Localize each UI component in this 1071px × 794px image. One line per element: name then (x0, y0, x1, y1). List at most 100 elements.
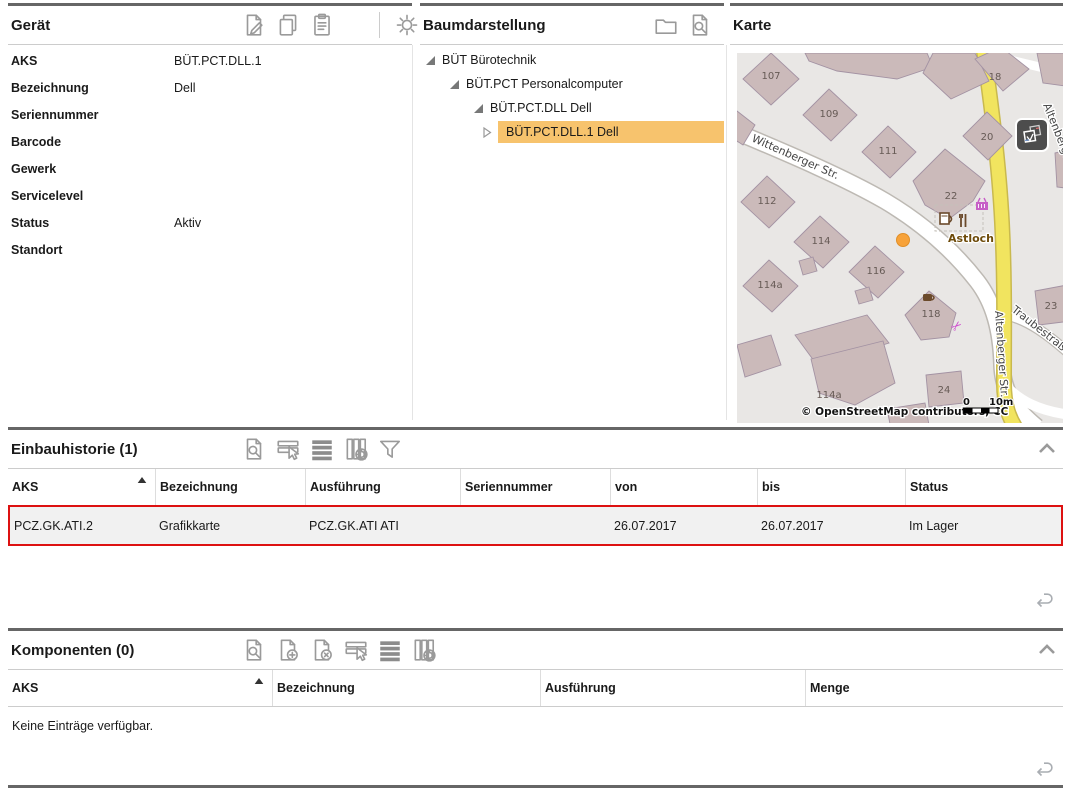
einbauhistorie-header: Einbauhistorie (1) (8, 430, 1063, 469)
map-canvas[interactable]: ✂ Wittenberger Str. Altenberger Str. Alt… (737, 53, 1063, 423)
rows-icon[interactable] (377, 637, 403, 663)
tree-expanded-icon[interactable] (472, 102, 485, 115)
field-label: Bezeichnung (8, 81, 174, 95)
copy-icon[interactable] (275, 12, 301, 38)
field-label: Barcode (8, 135, 174, 149)
device-tree: BÜT Bürotechnik BÜT.PCT Personalcomputer… (420, 45, 724, 144)
column-header-ausfuehrung[interactable]: Ausführung (305, 469, 460, 505)
column-header-aks[interactable]: AKS (8, 670, 272, 706)
geraet-header: Gerät (8, 6, 412, 45)
field-label: Gewerk (8, 162, 174, 176)
settings-gear-icon[interactable] (394, 12, 420, 38)
osm-map[interactable]: ✂ Wittenberger Str. Altenberger Str. Alt… (737, 53, 1063, 423)
sort-ascending-icon (254, 677, 264, 685)
document-add-icon[interactable] (275, 637, 301, 663)
building-number: 24 (938, 385, 951, 396)
karte-header: Karte (730, 6, 1063, 45)
baum-header: Baumdarstellung (420, 6, 724, 45)
field-label: Servicelevel (8, 189, 174, 203)
building-number: 116 (866, 266, 885, 277)
device-location-marker[interactable] (897, 234, 910, 247)
cell-von: 26.07.2017 (610, 519, 757, 533)
column-header-von[interactable]: von (610, 469, 757, 505)
tree-selected-highlight[interactable]: BÜT.PCT.DLL.1 Dell (498, 121, 724, 143)
cell-bezeichnung: Grafikkarte (155, 519, 305, 533)
field-row-aks: AKSBÜT.PCT.DLL.1 (8, 47, 412, 74)
column-header-status[interactable]: Status (905, 469, 1063, 505)
column-header-bis[interactable]: bis (757, 469, 905, 505)
sort-ascending-icon (137, 476, 147, 484)
karte-title: Karte (730, 17, 771, 34)
panel-divider (412, 45, 413, 420)
building-number: 20 (981, 132, 994, 143)
edit-document-icon[interactable] (241, 12, 267, 38)
cell-aks: PCZ.GK.ATI.2 (10, 519, 155, 533)
filter-icon[interactable] (377, 436, 403, 462)
column-header-menge[interactable]: Menge (805, 670, 1063, 706)
beer-mug-icon (940, 213, 952, 224)
komponenten-header: Komponenten (0) (8, 631, 1063, 670)
document-search-icon[interactable] (241, 436, 267, 462)
tree-node-dll1-dell-selected[interactable]: BÜT.PCT.DLL.1 Dell (420, 120, 724, 144)
return-arrow-icon[interactable] (1031, 588, 1057, 610)
column-header-aks[interactable]: AKS (8, 469, 155, 505)
collapse-chevron-icon[interactable] (1037, 642, 1057, 657)
tree-node-dll-dell[interactable]: BÜT.PCT.DLL Dell (420, 96, 724, 120)
document-remove-icon[interactable] (309, 637, 335, 663)
tree-node-buerotechnik[interactable]: BÜT Bürotechnik (420, 48, 724, 72)
einbauhistorie-section: Einbauhistorie (1) AKS Bezeichnung Ausfü… (8, 427, 1063, 622)
scale-start: 0 (963, 397, 970, 408)
document-search-icon[interactable] (241, 637, 267, 663)
building-number: 107 (761, 71, 780, 82)
column-header-bezeichnung[interactable]: Bezeichnung (155, 469, 305, 505)
tree-expanded-icon[interactable] (424, 54, 437, 67)
einbauhistorie-toolbar (241, 436, 403, 462)
baumdarstellung-panel: Baumdarstellung BÜT Bürotechnik BÜT.PCT … (420, 3, 724, 420)
field-label: Seriennummer (8, 108, 174, 122)
column-label: Ausführung (545, 681, 616, 695)
columns-settings-icon[interactable] (411, 637, 437, 663)
field-row-bezeichnung: BezeichnungDell (8, 74, 412, 101)
komponenten-title: Komponenten (0) (8, 642, 134, 659)
panel-divider (726, 45, 727, 420)
tree-node-personalcomputer[interactable]: BÜT.PCT Personalcomputer (420, 72, 724, 96)
layers-icon (1020, 123, 1044, 147)
building-number: 22 (945, 191, 958, 202)
tree-node-label: BÜT Bürotechnik (442, 53, 536, 67)
return-arrow-icon[interactable] (1031, 757, 1057, 779)
tree-node-label: BÜT.PCT.DLL Dell (490, 101, 592, 115)
column-label: AKS (12, 681, 38, 695)
einbauhistorie-title: Einbauhistorie (1) (8, 441, 138, 458)
column-header-bezeichnung[interactable]: Bezeichnung (272, 670, 540, 706)
tree-expanded-icon[interactable] (448, 78, 461, 91)
rows-icon[interactable] (309, 436, 335, 462)
building-number: 23 (1045, 301, 1058, 312)
poi-label: Astloch (948, 232, 994, 245)
komponenten-toolbar (241, 637, 437, 663)
folder-icon[interactable] (653, 12, 679, 38)
field-value: BÜT.PCT.DLL.1 (174, 54, 412, 68)
clipboard-icon[interactable] (309, 12, 335, 38)
column-header-ausfuehrung[interactable]: Ausführung (540, 670, 805, 706)
document-search-icon[interactable] (687, 12, 713, 38)
map-layers-button[interactable] (1015, 118, 1049, 152)
tree-collapsed-icon[interactable] (480, 126, 493, 139)
collapse-chevron-icon[interactable] (1037, 441, 1057, 456)
scale-end: 10m (989, 397, 1013, 408)
select-rows-icon[interactable] (343, 637, 369, 663)
karte-panel: Karte (730, 3, 1063, 420)
column-label: Bezeichnung (277, 681, 355, 695)
geraet-toolbar (241, 12, 420, 38)
select-rows-icon[interactable] (275, 436, 301, 462)
cell-status: Im Lager (905, 519, 1059, 533)
table-row-selected[interactable]: PCZ.GK.ATI.2 Grafikkarte PCZ.GK.ATI ATI … (8, 505, 1063, 546)
columns-settings-icon[interactable] (343, 436, 369, 462)
column-header-seriennummer[interactable]: Seriennummer (460, 469, 610, 505)
cell-ausfuehrung: PCZ.GK.ATI ATI (305, 519, 460, 533)
baum-toolbar (653, 12, 713, 38)
field-row-status: StatusAktiv (8, 209, 412, 236)
building-number: 118 (921, 309, 940, 320)
building-number: 111 (878, 146, 897, 157)
geraet-fields: AKSBÜT.PCT.DLL.1 BezeichnungDell Serienn… (8, 45, 412, 263)
building-number: 114 (811, 236, 830, 247)
